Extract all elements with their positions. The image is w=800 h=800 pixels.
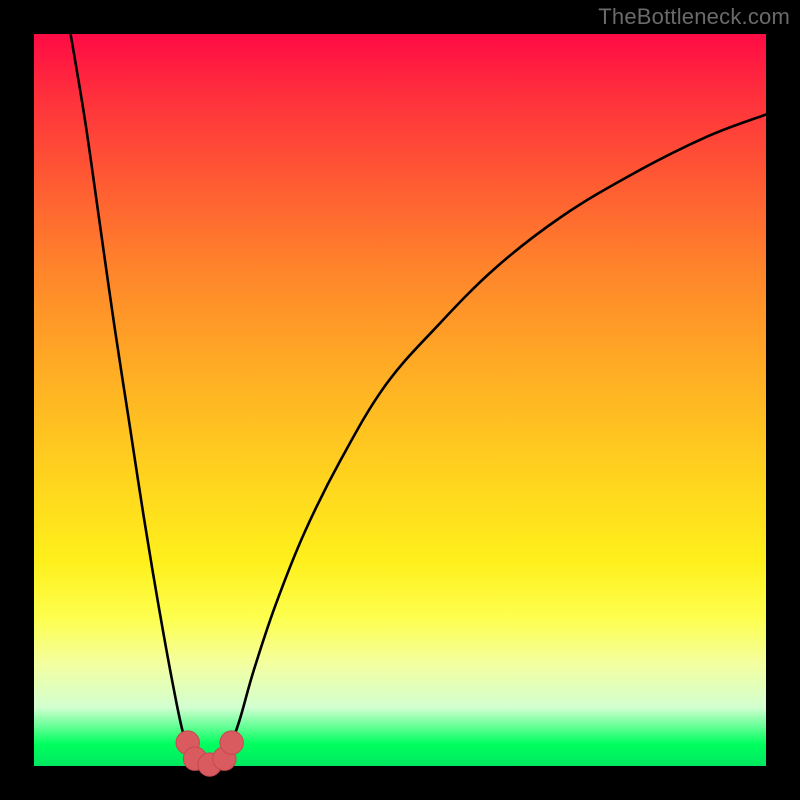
plot-area <box>34 34 766 766</box>
curve-right-branch <box>224 115 766 763</box>
curve-left-branch <box>71 34 195 762</box>
outer-frame: TheBottleneck.com <box>0 0 800 800</box>
chart-svg <box>34 34 766 766</box>
valley-marker <box>220 731 243 754</box>
valley-markers <box>176 731 243 776</box>
watermark-label: TheBottleneck.com <box>598 4 790 30</box>
